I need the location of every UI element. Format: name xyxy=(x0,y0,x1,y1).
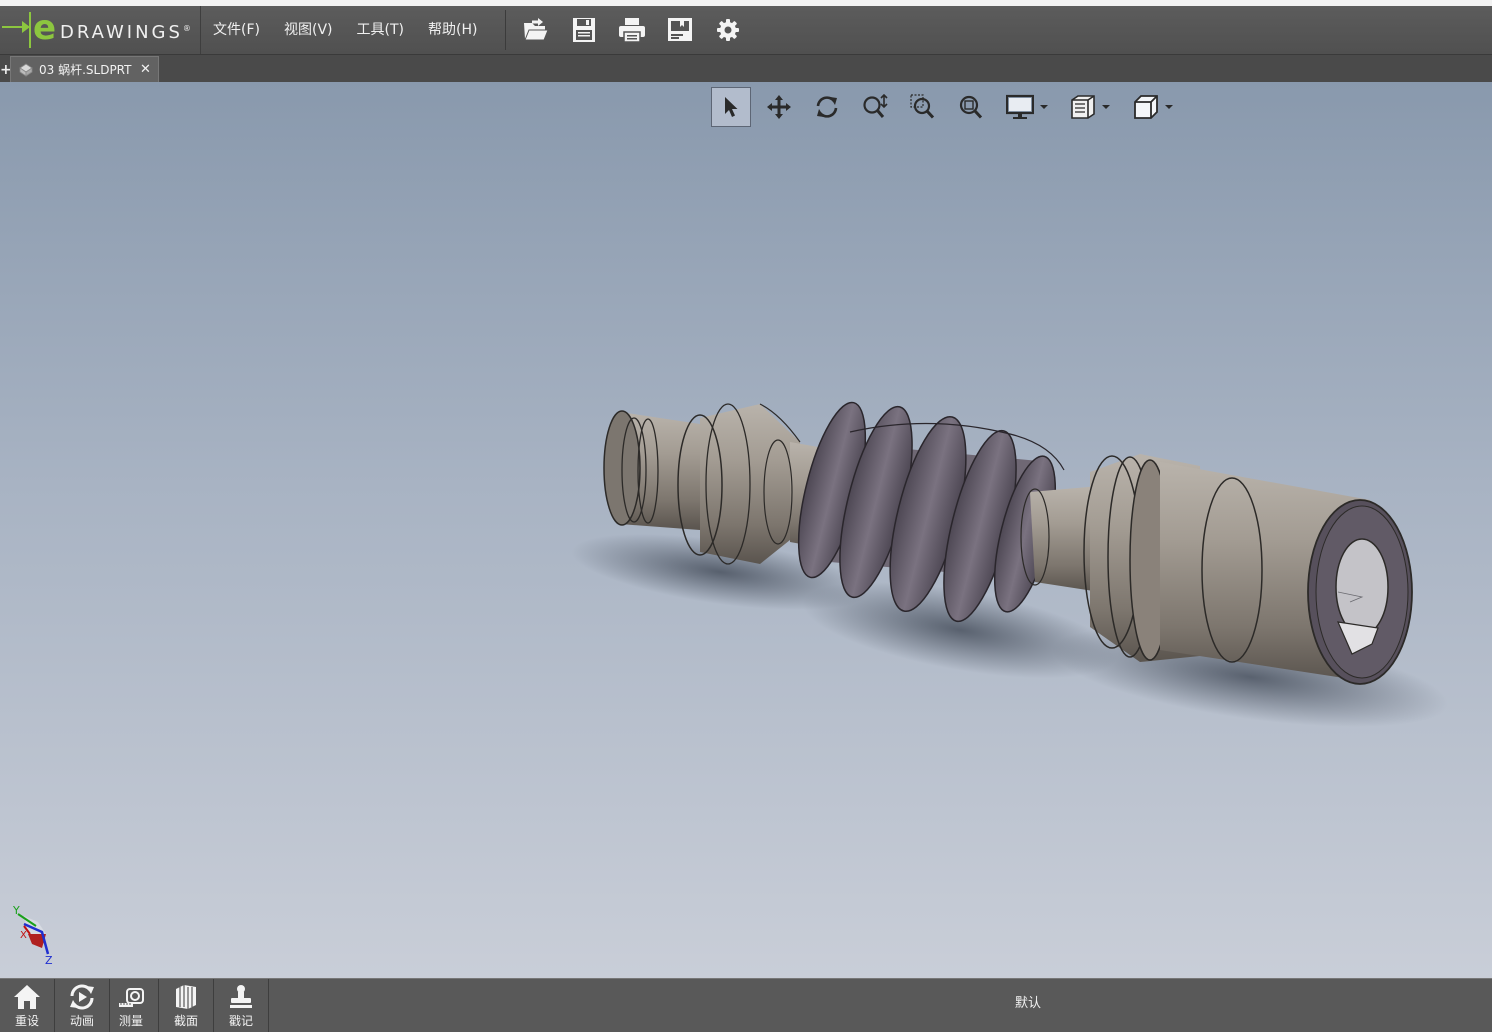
measure-label: 测量 xyxy=(118,1014,143,1028)
document-tab[interactable]: 03 蜗杆.SLDPRT ✕ xyxy=(10,56,159,83)
section-label: 截面 xyxy=(173,1014,198,1028)
menu-view[interactable]: 视图(V) xyxy=(272,6,345,54)
stamp-label: 戳记 xyxy=(228,1014,253,1028)
reset-label: 重设 xyxy=(14,1014,39,1028)
chevron-down-icon xyxy=(1101,105,1110,109)
markup-button[interactable] xyxy=(656,6,704,54)
display-style-icon xyxy=(1005,94,1034,119)
bottom-toolbar: 重设 动画 测量 截面 戳记 默认 xyxy=(0,978,1492,1032)
menu-tools[interactable]: 工具(T) xyxy=(345,6,416,54)
zoom-to-fit-icon xyxy=(959,95,983,119)
zoom-to-area-icon xyxy=(910,94,935,119)
document-tab-strip: + 03 蜗杆.SLDPRT ✕ xyxy=(0,54,1492,83)
measure-icon xyxy=(117,983,145,1011)
document-tab-title: 03 蜗杆.SLDPRT xyxy=(39,63,132,77)
reset-button[interactable]: 重设 xyxy=(0,979,55,1032)
edrawings-logo: e DRAWINGS® xyxy=(0,6,201,54)
orientation-triad: Y X Z xyxy=(12,904,53,966)
zoom-to-area-button[interactable] xyxy=(899,87,947,127)
logo-e: e xyxy=(33,8,57,48)
zoom-to-fit-button[interactable] xyxy=(947,87,995,127)
right-hub xyxy=(1160,462,1413,685)
sheet-view-icon xyxy=(1070,95,1095,119)
section-button[interactable]: 截面 xyxy=(159,979,214,1032)
worm-shaft-model[interactable] xyxy=(0,82,1492,978)
left-shaft-end xyxy=(603,410,700,530)
home-icon xyxy=(13,983,41,1011)
animate-label: 动画 xyxy=(69,1014,94,1028)
triad-y-label: Y xyxy=(12,904,20,917)
part-icon xyxy=(19,63,33,77)
menu-help[interactable]: 帮助(H) xyxy=(416,6,489,54)
logo-registered: ® xyxy=(182,24,191,33)
settings-button[interactable] xyxy=(704,6,752,54)
pan-icon xyxy=(767,95,791,119)
rotate-icon xyxy=(816,96,838,118)
markup-icon xyxy=(668,18,692,41)
measure-button[interactable]: 测量 xyxy=(104,979,159,1032)
open-icon xyxy=(524,18,549,41)
view-toolbar xyxy=(711,87,1184,127)
sheet-view-dropdown[interactable] xyxy=(1058,87,1121,127)
settings-icon xyxy=(717,19,739,41)
logo-bar xyxy=(29,12,31,48)
logo-wordmark: DRAWINGS® xyxy=(60,18,191,44)
select-tool-button[interactable] xyxy=(711,87,751,127)
save-button[interactable] xyxy=(560,6,608,54)
zoom-icon xyxy=(863,94,888,118)
configuration-name[interactable]: 默认 xyxy=(990,996,1066,1012)
zoom-tool-button[interactable] xyxy=(851,87,899,127)
triad-x-label: X xyxy=(20,930,27,941)
menu-file[interactable]: 文件(F) xyxy=(201,6,272,54)
top-toolbar: e DRAWINGS® 文件(F) 视图(V) 工具(T) 帮助(H) xyxy=(0,0,1492,54)
rotate-tool-button[interactable] xyxy=(803,87,851,127)
animate-button[interactable]: 动画 xyxy=(55,979,110,1032)
standard-views-dropdown[interactable] xyxy=(1121,87,1184,127)
display-style-dropdown[interactable] xyxy=(995,87,1058,127)
chevron-down-icon xyxy=(1039,105,1048,109)
animate-icon xyxy=(68,983,96,1011)
section-icon xyxy=(172,983,200,1011)
chevron-down-icon xyxy=(1164,105,1173,109)
print-button[interactable] xyxy=(608,6,656,54)
standard-views-icon xyxy=(1133,95,1158,119)
save-icon xyxy=(573,18,595,42)
menu-bar: 文件(F) 视图(V) 工具(T) 帮助(H) xyxy=(201,6,489,54)
pan-tool-button[interactable] xyxy=(755,87,803,127)
3d-viewport[interactable]: Y X Z xyxy=(0,82,1492,978)
toolbar-divider xyxy=(505,10,506,50)
stamp-icon xyxy=(227,983,255,1011)
stamp-button[interactable]: 戳记 xyxy=(214,979,269,1032)
file-toolbar xyxy=(512,6,752,54)
select-icon xyxy=(725,97,738,117)
open-button[interactable] xyxy=(512,6,560,54)
print-icon xyxy=(619,18,645,43)
triad-z-label: Z xyxy=(45,954,53,966)
logo-text: DRAWINGS xyxy=(60,22,183,43)
tab-close-button[interactable]: ✕ xyxy=(140,61,151,78)
